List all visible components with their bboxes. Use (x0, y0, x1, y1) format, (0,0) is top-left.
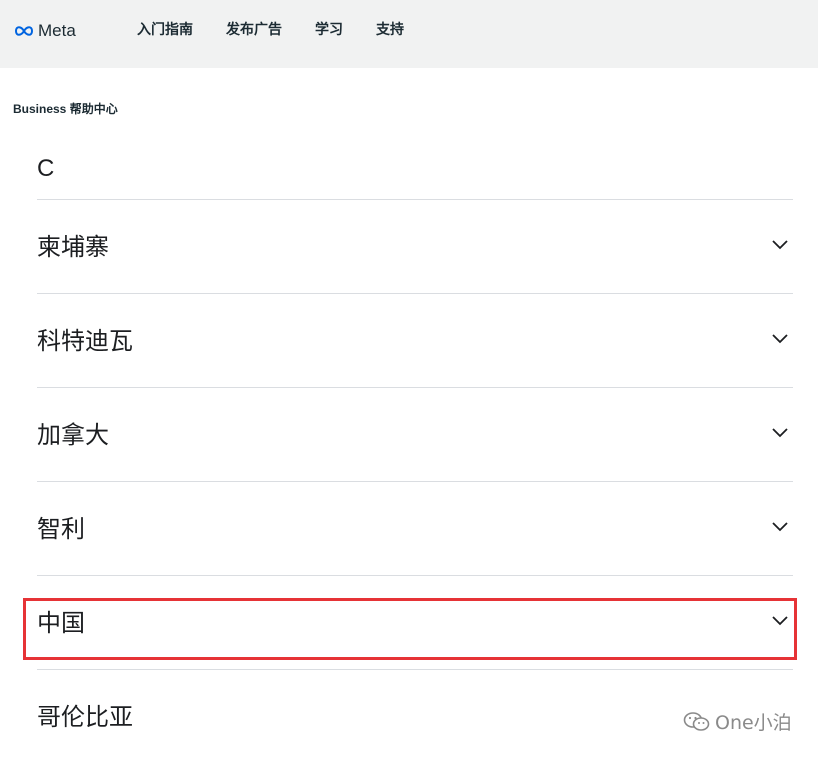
country-row-colombia[interactable]: 哥伦比亚 (37, 669, 793, 763)
country-label: 哥伦比亚 (37, 703, 133, 731)
top-nav-bar: Meta 入门指南 发布广告 学习 支持 (0, 0, 818, 68)
country-label: 科特迪瓦 (37, 327, 133, 355)
chevron-down-icon (772, 428, 788, 438)
country-row-canada[interactable]: 加拿大 (37, 387, 793, 481)
section-letter-heading: C (37, 155, 55, 182)
main-nav: 入门指南 发布广告 学习 支持 (137, 19, 437, 41)
wechat-icon (683, 711, 710, 731)
chevron-down-icon (772, 522, 788, 532)
nav-item-support[interactable]: 支持 (376, 19, 404, 41)
watermark: One小泊 (683, 708, 792, 735)
meta-infinity-icon (15, 26, 33, 36)
country-label: 智利 (37, 515, 85, 543)
country-label: 柬埔寨 (37, 233, 109, 261)
nav-item-learn[interactable]: 学习 (315, 19, 343, 41)
country-list: 柬埔寨 科特迪瓦 加拿大 智利 中国 哥伦比亚 (37, 199, 793, 763)
country-row-china[interactable]: 中国 (37, 575, 793, 669)
country-label: 中国 (37, 609, 85, 637)
nav-item-advertise[interactable]: 发布广告 (226, 19, 282, 41)
nav-item-get-started[interactable]: 入门指南 (137, 19, 193, 41)
logo-text: Meta (38, 21, 76, 40)
watermark-text: One小泊 (715, 712, 792, 734)
breadcrumb[interactable]: Business 帮助中心 (13, 100, 118, 117)
country-row-cambodia[interactable]: 柬埔寨 (37, 199, 793, 293)
country-label: 加拿大 (37, 421, 109, 449)
country-row-cote-divoire[interactable]: 科特迪瓦 (37, 293, 793, 387)
country-row-chile[interactable]: 智利 (37, 481, 793, 575)
chevron-down-icon (772, 616, 788, 626)
chevron-down-icon (772, 240, 788, 250)
meta-logo[interactable]: Meta (13, 19, 76, 43)
chevron-down-icon (772, 334, 788, 344)
